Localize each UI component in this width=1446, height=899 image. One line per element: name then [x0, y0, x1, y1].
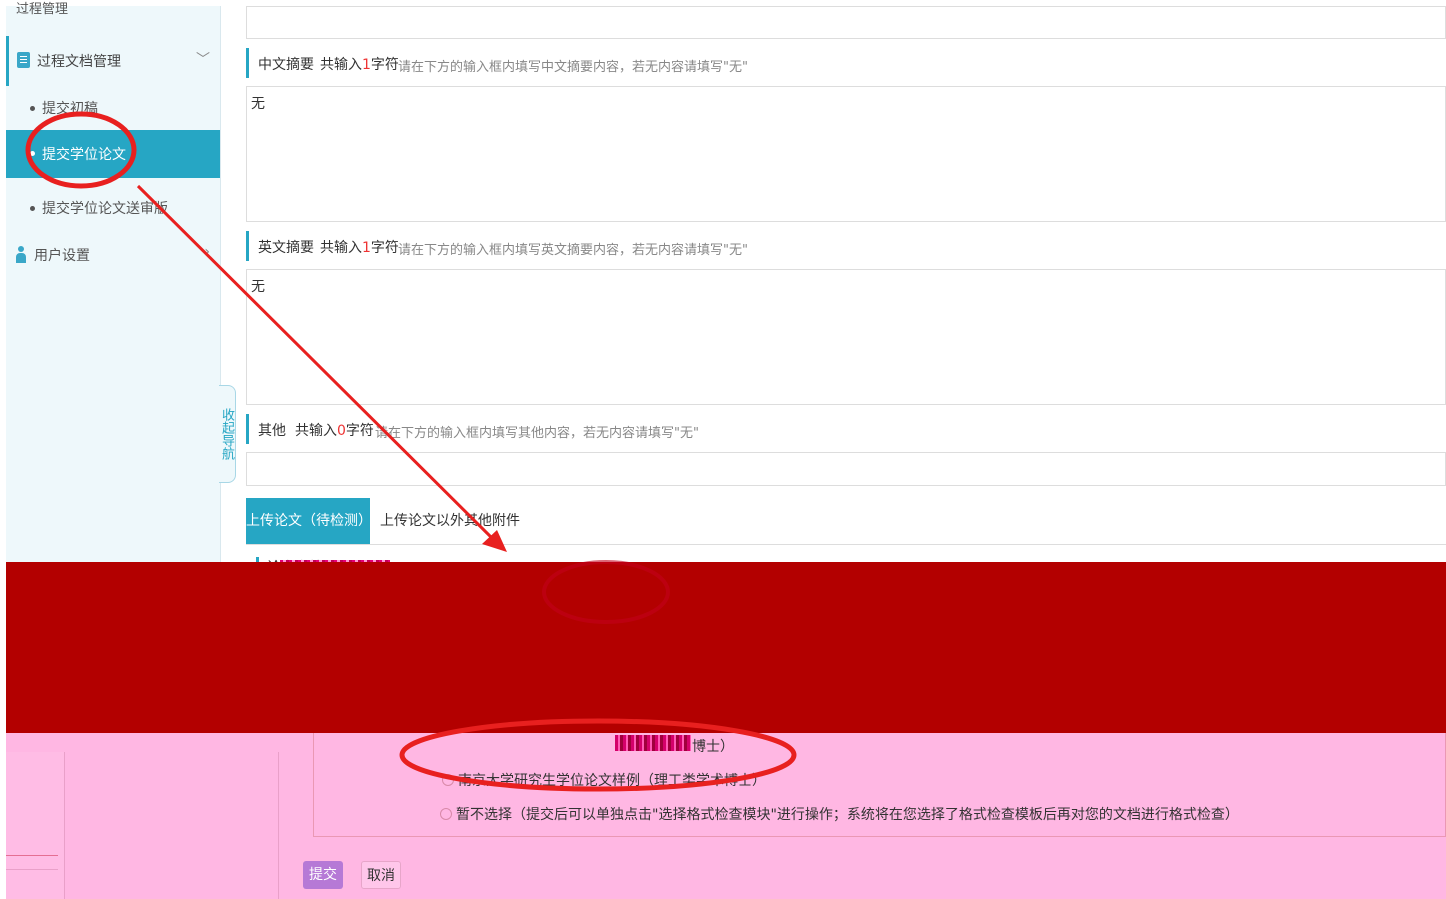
sidebar-item-label: 提交学位论文 — [42, 147, 126, 163]
english-abstract-header: 英文摘要 共输入1字符 请在下方的输入框内填写英文摘要内容，若无内容请填写"无" — [246, 231, 1446, 261]
user-icon — [16, 246, 26, 264]
sidebar-top-partial-item[interactable]: 过程管理 — [16, 0, 68, 17]
divider — [6, 855, 58, 856]
field-hint: 请在下方的输入框内填写中文摘要内容，若无内容请填写"无" — [398, 60, 748, 75]
sidebar-item-label: 用户设置 — [34, 248, 90, 264]
bullet-icon — [30, 151, 35, 156]
sidebar-group-label: 过程文档管理 — [37, 54, 121, 70]
document-icon — [17, 52, 30, 68]
chevron-right-icon: › — [204, 244, 210, 260]
char-count: 共输入1字符 — [320, 240, 399, 256]
sidebar-item-submit-thesis[interactable]: 提交学位论文 — [6, 130, 220, 178]
other-textarea[interactable] — [246, 452, 1446, 486]
radio-icon[interactable] — [440, 808, 452, 820]
bullet-icon — [30, 206, 35, 211]
chevron-down-icon: ﹀ — [196, 52, 210, 68]
format-option-skip[interactable]: 暂不选择（提交后可以单独点击"选择格式检查模块"进行操作；系统将在您选择了格式检… — [440, 804, 1239, 824]
bullet-icon — [30, 106, 35, 111]
char-count: 共输入1字符 — [320, 57, 399, 73]
collapse-nav-toggle[interactable]: 收起导航 — [219, 385, 236, 483]
textarea-value: 无 — [251, 279, 265, 295]
previous-field-textarea[interactable] — [246, 6, 1446, 39]
tab-upload-thesis[interactable]: 上传论文（待检测） — [246, 498, 372, 544]
cancel-button[interactable]: 取消 — [361, 861, 401, 889]
chinese-abstract-header: 中文摘要 共输入1字符 请在下方的输入框内填写中文摘要内容，若无内容请填写"无" — [246, 48, 1446, 78]
tab-upload-attachments[interactable]: 上传论文以外其他附件 — [380, 498, 520, 544]
other-header: 其他 共输入0字符 请在下方的输入框内填写其他内容，若无内容请填写"无" — [246, 414, 1446, 444]
format-option-partial[interactable]: 博士） — [692, 736, 734, 756]
sidebar-item-user-settings[interactable]: 用户设置 › — [6, 242, 220, 272]
format-option-sci-doctor[interactable]: 南京大学研究生学位论文样例（理工类学术博士） — [442, 770, 766, 790]
tinted-sidebar-strip — [6, 752, 65, 899]
field-hint: 请在下方的输入框内填写其他内容，若无内容请填写"无" — [375, 426, 699, 441]
radio-icon[interactable] — [442, 774, 454, 786]
section-title: 中文摘要 — [258, 57, 314, 73]
corrupted-pixels — [615, 735, 691, 751]
upload-tabs: 上传论文（待检测） 上传论文以外其他附件 — [246, 498, 1446, 545]
textarea-value: 无 — [251, 96, 265, 112]
chinese-abstract-textarea[interactable]: 无 — [246, 86, 1446, 222]
english-abstract-textarea[interactable]: 无 — [246, 269, 1446, 405]
section-title: 其他 — [258, 423, 286, 439]
field-hint: 请在下方的输入框内填写英文摘要内容，若无内容请填写"无" — [398, 243, 748, 258]
redaction-block — [6, 562, 1446, 733]
section-title: 英文摘要 — [258, 240, 314, 256]
divider — [6, 869, 58, 870]
sidebar-item-submit-review-version[interactable]: 提交学位论文送审版 — [6, 188, 220, 228]
sidebar-group-process-docs[interactable]: 过程文档管理 ﹀ — [6, 36, 220, 86]
sidebar-item-label: 提交学位论文送审版 — [42, 201, 168, 217]
char-count: 共输入0字符 — [295, 423, 374, 439]
sidebar: 过程管理 过程文档管理 ﹀ 提交初稿 提交学位论文 提交学位论文送审版 用户设置… — [6, 2, 221, 580]
submit-button[interactable]: 提交 — [303, 861, 343, 889]
tinted-sidebar-panel — [64, 752, 279, 899]
sidebar-item-label: 提交初稿 — [42, 101, 98, 117]
sidebar-item-submit-draft[interactable]: 提交初稿 — [6, 88, 220, 128]
